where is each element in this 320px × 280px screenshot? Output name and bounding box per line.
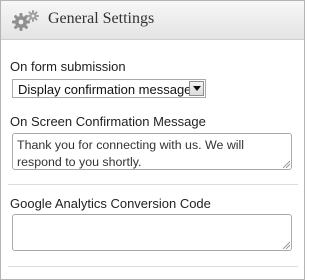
section-divider — [8, 184, 298, 185]
confirmation-message-text: Thank you for connecting with us. We wil… — [17, 138, 245, 169]
form-submission-label: On form submission — [10, 59, 126, 74]
confirmation-message-textarea[interactable]: Thank you for connecting with us. We wil… — [12, 133, 292, 170]
panel-header[interactable]: General Settings — [1, 1, 304, 40]
dropdown-arrow-icon[interactable] — [189, 81, 204, 96]
panel-title: General Settings — [48, 10, 155, 27]
form-submission-select[interactable]: Display confirmation message — [12, 79, 206, 98]
gears-icon — [12, 10, 39, 31]
analytics-code-textarea[interactable] — [12, 214, 292, 251]
confirmation-message-label: On Screen Confirmation Message — [10, 114, 206, 129]
section-divider — [8, 266, 298, 267]
form-submission-selected-value: Display confirmation message — [18, 82, 192, 97]
resize-grip-icon[interactable] — [282, 160, 290, 168]
resize-grip-icon[interactable] — [282, 241, 290, 249]
general-settings-panel: General Settings On form submission Disp… — [0, 0, 305, 280]
analytics-code-label: Google Analytics Conversion Code — [10, 196, 211, 211]
